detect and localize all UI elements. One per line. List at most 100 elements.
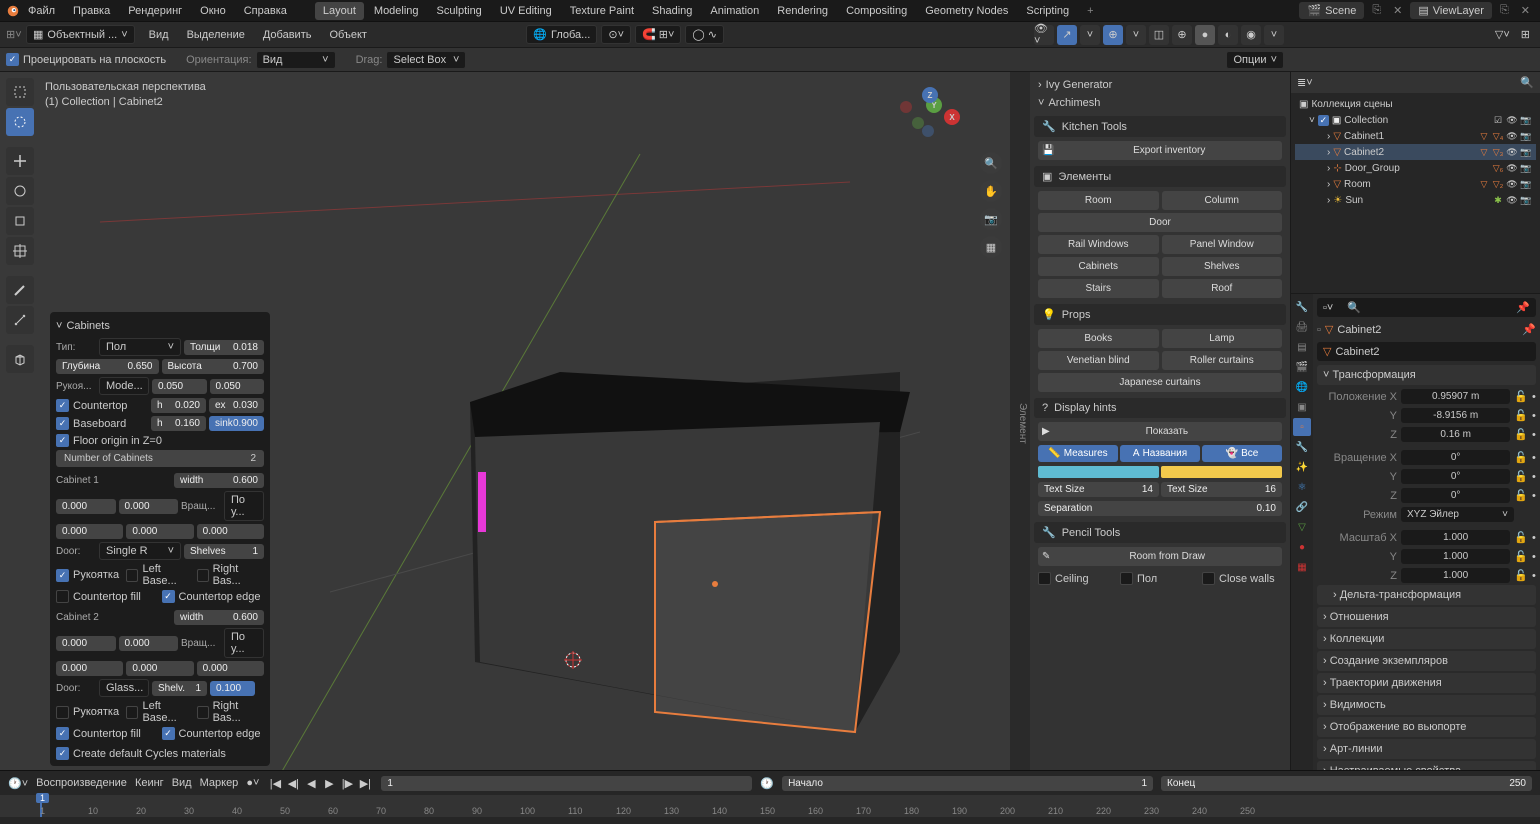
tab-viewlayer[interactable]: ▤ xyxy=(1293,338,1311,356)
outliner-type-icon[interactable]: ≣˅ xyxy=(1297,76,1313,89)
render-icon[interactable]: 📷 xyxy=(1520,130,1532,142)
door-group-row[interactable]: ›⊹Door_Group▽₆👁📷 xyxy=(1295,160,1536,176)
options-dropdown[interactable]: Опции ˅ xyxy=(1226,51,1284,69)
menu-help[interactable]: Справка xyxy=(236,2,295,20)
new-layer-icon[interactable]: ⎘ xyxy=(1496,4,1513,17)
scale-z[interactable]: 1.000 xyxy=(1401,568,1510,583)
orientation-global[interactable]: 🌐 Глоба... xyxy=(526,25,597,44)
menu-edit[interactable]: Правка xyxy=(65,2,118,20)
c1-ctop-fill[interactable]: Countertop fill xyxy=(56,590,159,603)
c1-ctop-edge[interactable]: Countertop edge xyxy=(162,590,265,603)
x-axis-icon[interactable]: X xyxy=(944,109,960,125)
c1-y[interactable]: 0.000 xyxy=(119,499,179,514)
transform-tool[interactable] xyxy=(6,237,34,265)
search-icon[interactable]: 🔍 xyxy=(1520,76,1534,89)
drag-dropdown[interactable]: Select Box ˅ xyxy=(386,51,466,69)
add-workspace[interactable]: + xyxy=(1079,2,1101,20)
baseboard-h-field[interactable]: h0.160 xyxy=(151,416,206,431)
scene-collection-row[interactable]: ▣Коллекция сцены xyxy=(1295,97,1536,112)
c2-c[interactable]: 0.000 xyxy=(197,661,264,676)
tab-physics[interactable]: ⚛ xyxy=(1293,478,1311,496)
measure-tool[interactable] xyxy=(6,306,34,334)
lock-icon[interactable]: 🔓 xyxy=(1514,409,1528,422)
lineart-section[interactable]: › Арт-линии xyxy=(1317,739,1536,759)
menu-window[interactable]: Окно xyxy=(192,2,234,20)
height-field[interactable]: Высота0.700 xyxy=(162,359,265,374)
floor-check[interactable]: Пол xyxy=(1120,572,1200,585)
mode-dropdown[interactable]: ▦ Объектный ... ˅ xyxy=(26,25,135,44)
rail-windows-btn[interactable]: Rail Windows xyxy=(1038,235,1159,254)
lock-icon[interactable]: 🔓 xyxy=(1514,428,1528,441)
lock-icon[interactable]: 🔓 xyxy=(1514,531,1528,544)
handle-mode-dropdown[interactable]: Mode... xyxy=(99,377,149,395)
tab-modeling[interactable]: Modeling xyxy=(366,2,427,20)
c2-rightbase[interactable]: Right Bas... xyxy=(197,700,264,724)
object-name-field[interactable]: ▽Cabinet2 xyxy=(1317,342,1536,361)
h1-field[interactable]: 0.050 xyxy=(152,379,207,394)
project-checkbox[interactable]: Проецировать на плоскость xyxy=(6,53,166,66)
new-scene-icon[interactable]: ⎘ xyxy=(1368,4,1385,17)
tab-object[interactable]: ▫ xyxy=(1293,418,1311,436)
rot-z[interactable]: 0° xyxy=(1401,488,1510,503)
eye-icon[interactable]: 👁 xyxy=(1506,114,1518,126)
pin-icon[interactable]: 📌 xyxy=(1516,301,1530,314)
depth-field[interactable]: Глубина0.650 xyxy=(56,359,159,374)
tab-geonodes[interactable]: Geometry Nodes xyxy=(917,2,1016,20)
venetian-btn[interactable]: Venetian blind xyxy=(1038,351,1159,370)
perspective-toggle-icon[interactable]: ▦ xyxy=(980,236,1002,258)
tab-scripting[interactable]: Scripting xyxy=(1018,2,1077,20)
room-from-draw-btn[interactable]: ✎Room from Draw xyxy=(1038,547,1282,566)
timeline-track[interactable]: 1 11020304050607080901001101201301401501… xyxy=(0,795,1540,817)
tab-output[interactable]: 🖨 xyxy=(1293,318,1311,336)
c1-rot[interactable]: По у... xyxy=(224,491,264,521)
timeline-type-icon[interactable]: 🕐˅ xyxy=(8,777,28,790)
proportional-dropdown[interactable]: ◯ ∿ xyxy=(685,25,724,44)
c2-x[interactable]: 0.000 xyxy=(56,636,116,651)
menu-add[interactable]: Добавить xyxy=(255,26,320,44)
text-size-1[interactable]: Text Size14 xyxy=(1038,482,1159,497)
color-2[interactable] xyxy=(1161,466,1282,478)
lock-icon[interactable]: 🔓 xyxy=(1514,550,1528,563)
shading-wireframe[interactable]: ⊕ xyxy=(1172,25,1192,45)
column-btn[interactable]: Column xyxy=(1162,191,1283,210)
tab-layout[interactable]: Layout xyxy=(315,2,364,20)
keyframe-prev-icon[interactable]: ◀| xyxy=(285,775,301,791)
collections-section[interactable]: › Коллекции xyxy=(1317,629,1536,649)
tab-particles[interactable]: ✨ xyxy=(1293,458,1311,476)
show-btn[interactable]: ▶Показать xyxy=(1038,422,1282,441)
panel-header[interactable]: ˅ Cabinets xyxy=(56,318,264,338)
close-walls-check[interactable]: Close walls xyxy=(1202,572,1282,585)
search-field[interactable]: 🔍 xyxy=(1347,301,1512,314)
select-box-tool[interactable] xyxy=(6,78,34,106)
camera-view-icon[interactable]: 📷 xyxy=(980,208,1002,230)
lock-icon[interactable]: 🔓 xyxy=(1514,390,1528,403)
motion-paths-section[interactable]: › Траектории движения xyxy=(1317,673,1536,693)
eye-icon[interactable]: 👁 xyxy=(1506,146,1518,158)
visibility-icon[interactable]: 👁˅ xyxy=(1034,25,1054,45)
c1-b[interactable]: 0.000 xyxy=(126,524,193,539)
pos-x[interactable]: 0.95907 m xyxy=(1401,389,1510,404)
neg-x-icon[interactable] xyxy=(900,101,912,113)
pivot-dropdown[interactable]: ⊙˅ xyxy=(601,25,631,44)
move-tool[interactable] xyxy=(6,147,34,175)
export-inventory-btn[interactable]: 💾Export inventory xyxy=(1038,141,1282,160)
view-menu[interactable]: Вид xyxy=(172,777,192,789)
lock-icon[interactable]: 🔓 xyxy=(1514,569,1528,582)
visibility-section[interactable]: › Видимость xyxy=(1317,695,1536,715)
c1-leftbase[interactable]: Left Base... xyxy=(126,563,193,587)
c1-shelves[interactable]: Shelves1 xyxy=(184,544,264,559)
zoom-icon[interactable]: 🔍 xyxy=(980,152,1002,174)
eye-icon[interactable]: 👁 xyxy=(1506,194,1518,206)
roof-btn[interactable]: Roof xyxy=(1162,279,1283,298)
ivy-generator-panel[interactable]: ›Ivy Generator xyxy=(1034,76,1286,94)
3d-viewport[interactable]: Пользовательская перспектива (1) Collect… xyxy=(0,72,1010,770)
tab-world[interactable]: 🌐 xyxy=(1293,378,1311,396)
rot-y[interactable]: 0° xyxy=(1401,469,1510,484)
c1-handle[interactable]: Рукоятка xyxy=(56,569,123,582)
annotate-tool[interactable] xyxy=(6,276,34,304)
scale-y[interactable]: 1.000 xyxy=(1401,549,1510,564)
c2-handle[interactable]: Рукоятка xyxy=(56,706,123,719)
all-btn[interactable]: 👻Все xyxy=(1202,445,1282,462)
countertop-ex-field[interactable]: ex0.030 xyxy=(209,398,264,413)
c2-shelves[interactable]: Shelv.1 xyxy=(152,681,207,696)
